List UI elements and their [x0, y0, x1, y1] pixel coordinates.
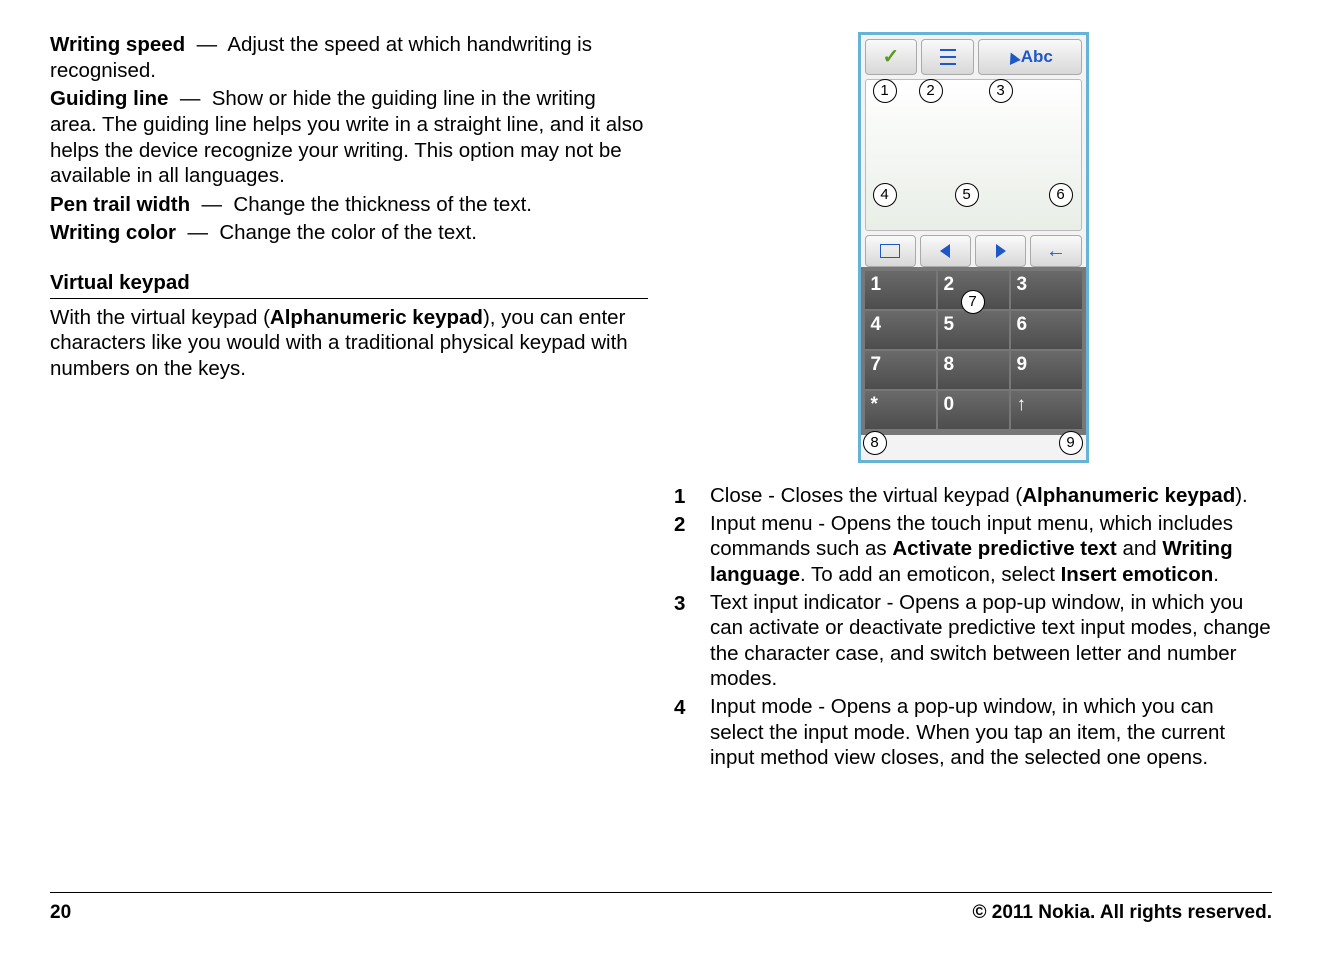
- callout-3: 3: [989, 79, 1013, 103]
- key-4[interactable]: 4: [865, 311, 936, 349]
- close-button[interactable]: ✓: [865, 39, 918, 75]
- legend-number: 2: [674, 511, 710, 590]
- keyboard-icon: [880, 244, 900, 258]
- legend-item: 2 Input menu - Opens the touch input men…: [674, 511, 1272, 590]
- key-3[interactable]: 3: [1011, 271, 1082, 309]
- page-footer: 20 © 2011 Nokia. All rights reserved.: [50, 892, 1272, 937]
- legend-text: Input menu - Opens the touch input menu,…: [710, 511, 1272, 590]
- left-column: Writing speed — Adjust the speed at whic…: [50, 32, 648, 882]
- page-number: 20: [50, 901, 71, 925]
- callout-6: 6: [1049, 183, 1073, 207]
- callout-5: 5: [955, 183, 979, 207]
- body-text: With the virtual keypad (: [50, 306, 270, 329]
- callout-2: 2: [919, 79, 943, 103]
- backspace-icon: ←: [1046, 239, 1066, 264]
- callout-4: 4: [873, 183, 897, 207]
- key-6[interactable]: 6: [1011, 311, 1082, 349]
- arrow-left-icon: [940, 244, 950, 258]
- backspace-button[interactable]: ←: [1030, 235, 1081, 267]
- definition-item: Guiding line — Show or hide the guiding …: [50, 86, 648, 189]
- figure-wrapper: ✓ Abc ← 1 2 3 4 5 6 7: [674, 32, 1272, 463]
- arrow-right-icon: [996, 244, 1006, 258]
- pen-icon: [1005, 49, 1021, 64]
- key-7[interactable]: 7: [865, 351, 936, 389]
- figure-top-row: ✓ Abc: [861, 35, 1086, 75]
- legend-item: 1 Close - Closes the virtual keypad (Alp…: [674, 483, 1272, 511]
- input-mode-button[interactable]: [865, 235, 916, 267]
- page-content: Writing speed — Adjust the speed at whic…: [0, 0, 1322, 892]
- text-indicator-button[interactable]: Abc: [978, 39, 1082, 75]
- legend-number: 4: [674, 694, 710, 773]
- key-5[interactable]: 5: [938, 311, 1009, 349]
- body-bold: Alphanumeric keypad: [270, 306, 483, 329]
- input-menu-button[interactable]: [921, 39, 974, 75]
- definition-label: Guiding line: [50, 87, 168, 110]
- copyright-text: © 2011 Nokia. All rights reserved.: [973, 901, 1273, 925]
- text-input-area[interactable]: [865, 79, 1082, 231]
- key-star[interactable]: *: [865, 391, 936, 429]
- right-column: ✓ Abc ← 1 2 3 4 5 6 7: [674, 32, 1272, 882]
- key-shift[interactable]: ↑: [1011, 391, 1082, 429]
- callout-7: 7: [961, 290, 985, 314]
- arrow-left-button[interactable]: [920, 235, 971, 267]
- definition-item: Pen trail width — Change the thickness o…: [50, 192, 648, 218]
- legend-text: Close - Closes the virtual keypad (Alpha…: [710, 483, 1272, 511]
- section-heading: Virtual keypad: [50, 270, 648, 296]
- legend-text: Input mode - Opens a pop-up window, in w…: [710, 694, 1272, 773]
- key-8[interactable]: 8: [938, 351, 1009, 389]
- callout-8: 8: [863, 431, 887, 455]
- legend-item: 3 Text input indicator - Opens a pop-up …: [674, 590, 1272, 695]
- key-9[interactable]: 9: [1011, 351, 1082, 389]
- definition-item: Writing speed — Adjust the speed at whic…: [50, 32, 648, 83]
- definition-item: Writing color — Change the color of the …: [50, 220, 648, 246]
- definition-label: Writing color: [50, 221, 176, 244]
- legend-list: 1 Close - Closes the virtual keypad (Alp…: [674, 483, 1272, 773]
- definition-label: Writing speed: [50, 33, 185, 56]
- key-0[interactable]: 0: [938, 391, 1009, 429]
- callout-9: 9: [1059, 431, 1083, 455]
- legend-text: Text input indicator - Opens a pop-up wi…: [710, 590, 1272, 695]
- callout-1: 1: [873, 79, 897, 103]
- legend-item: 4 Input mode - Opens a pop-up window, in…: [674, 694, 1272, 773]
- figure-mid-row: ←: [861, 235, 1086, 267]
- arrow-right-button[interactable]: [975, 235, 1026, 267]
- definition-text: Change the color of the text.: [219, 221, 477, 244]
- keypad-figure: ✓ Abc ← 1 2 3 4 5 6 7: [858, 32, 1089, 463]
- definition-label: Pen trail width: [50, 193, 190, 216]
- section-divider: [50, 298, 648, 299]
- menu-icon: [940, 49, 956, 65]
- legend-number: 3: [674, 590, 710, 695]
- section-body: With the virtual keypad (Alphanumeric ke…: [50, 305, 648, 382]
- key-1[interactable]: 1: [865, 271, 936, 309]
- legend-number: 1: [674, 483, 710, 511]
- abc-label: Abc: [1021, 46, 1053, 67]
- definition-text: Change the thickness of the text.: [233, 193, 532, 216]
- check-icon: ✓: [882, 45, 899, 70]
